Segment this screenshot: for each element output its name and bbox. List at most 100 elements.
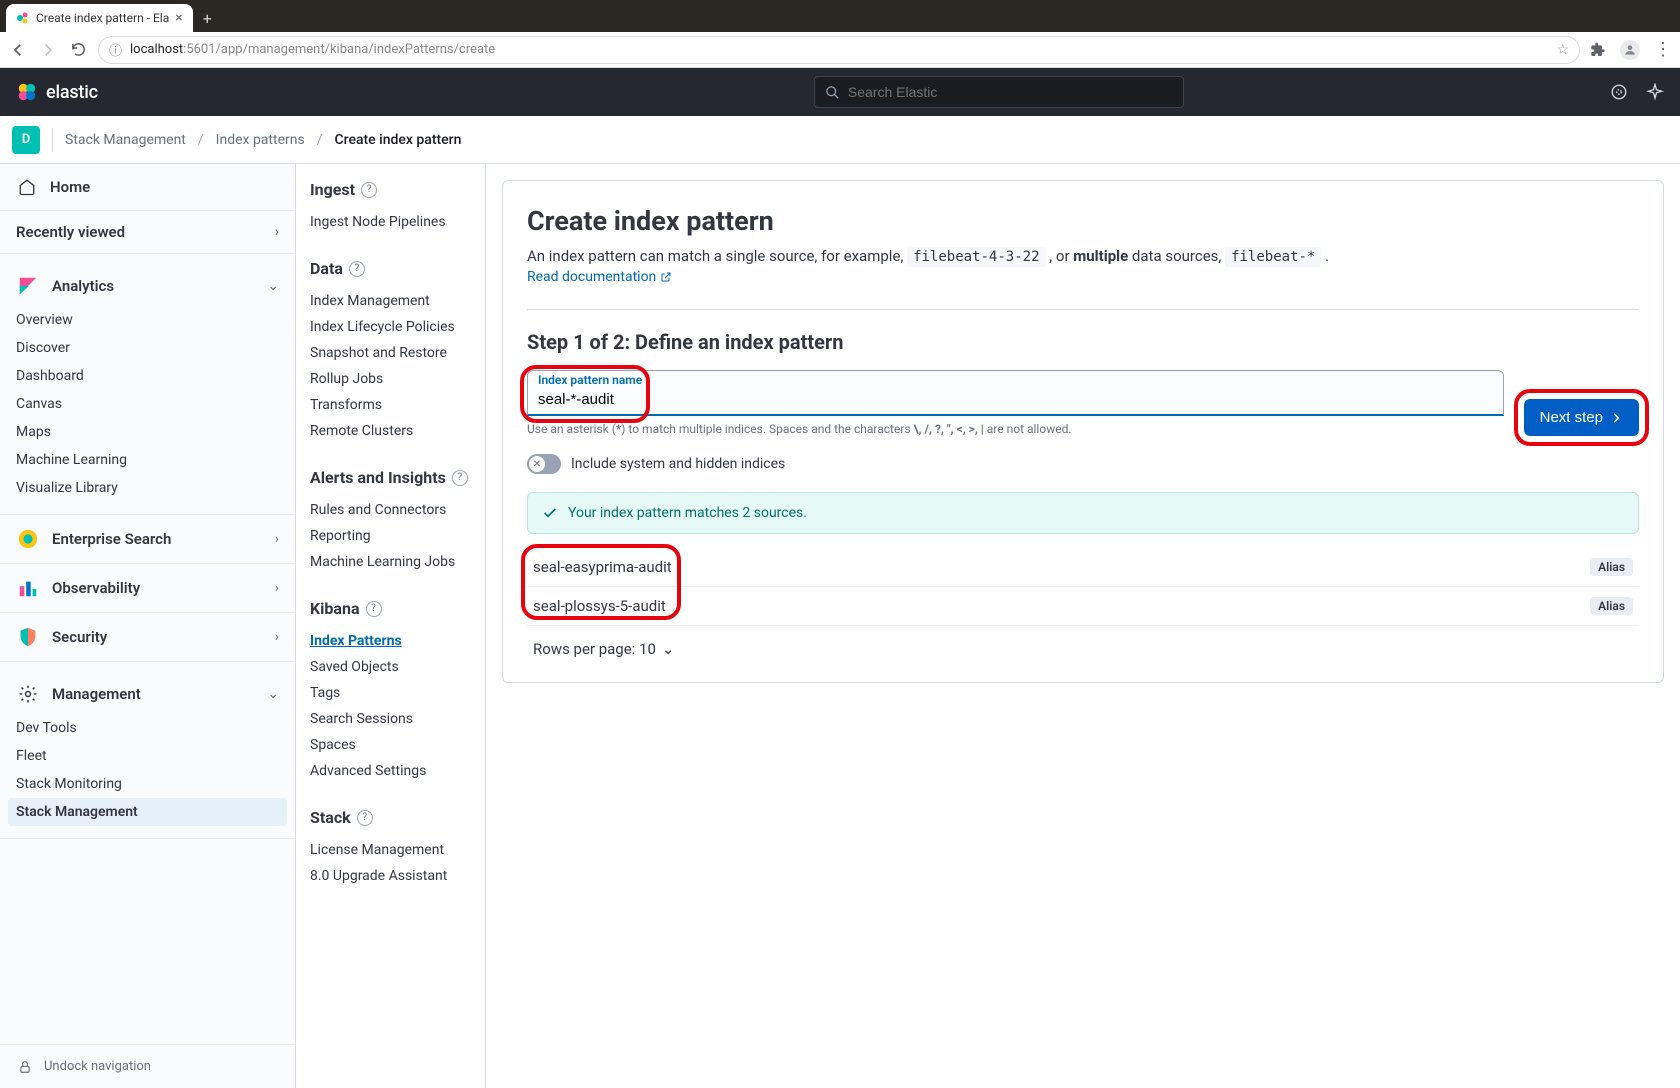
midnav-snapshot[interactable]: Snapshot and Restore [310, 340, 471, 366]
management-nav: Ingest? Ingest Node Pipelines Data? Inde… [296, 164, 486, 1088]
chevron-down-icon: ⌄ [662, 640, 675, 658]
space-selector[interactable]: D [12, 126, 40, 154]
nav-security[interactable]: Security › [16, 617, 279, 657]
crumb-stack-management[interactable]: Stack Management [65, 132, 186, 148]
midnav-license[interactable]: License Management [310, 837, 471, 863]
profile-icon[interactable] [1620, 40, 1640, 60]
field-hint: Use an asterisk (*) to match multiple in… [527, 422, 1504, 436]
match-callout: Your index pattern matches 2 sources. [527, 492, 1639, 534]
nav-canvas[interactable]: Canvas [16, 390, 279, 418]
help-tip-icon[interactable]: ? [349, 261, 365, 277]
brand-text: elastic [46, 82, 98, 103]
site-info-icon[interactable]: ⓘ [109, 40, 122, 59]
back-button[interactable] [8, 40, 28, 60]
help-icon[interactable] [1610, 83, 1628, 101]
midnav-alerts-head: Alerts and Insights? [310, 468, 471, 487]
check-icon [542, 505, 558, 521]
midnav-ingest-pipelines[interactable]: Ingest Node Pipelines [310, 209, 471, 235]
midnav-reporting[interactable]: Reporting [310, 523, 471, 549]
nav-stack-monitoring[interactable]: Stack Monitoring [16, 770, 279, 798]
nav-management-label: Management [52, 685, 141, 703]
midnav-spaces[interactable]: Spaces [310, 732, 471, 758]
global-search-input[interactable] [848, 84, 1173, 100]
url-text: localhost:5601/app/management/kibana/ind… [130, 42, 495, 57]
page-description: An index pattern can match a single sour… [527, 247, 1639, 265]
midnav-saved-objects[interactable]: Saved Objects [310, 654, 471, 680]
address-bar: ⓘ localhost:5601/app/management/kibana/i… [0, 32, 1680, 68]
nav-overview[interactable]: Overview [16, 306, 279, 334]
help-tip-icon[interactable]: ? [357, 810, 373, 826]
alias-badge: Alias [1590, 558, 1633, 576]
chevron-right-icon: › [275, 629, 279, 645]
browser-menu-icon[interactable]: ⋮ [1654, 39, 1672, 60]
undock-nav[interactable]: Undock navigation [0, 1044, 295, 1088]
nav-discover[interactable]: Discover [16, 334, 279, 362]
midnav-index-patterns[interactable]: Index Patterns [310, 628, 471, 654]
forward-button[interactable] [38, 40, 58, 60]
external-link-icon [660, 271, 672, 283]
logo[interactable]: elastic [16, 81, 98, 103]
midnav-remote-clusters[interactable]: Remote Clusters [310, 418, 471, 444]
nav-recently-label: Recently viewed [16, 223, 125, 241]
crumb-current: Create index pattern [335, 132, 462, 148]
match-name: seal-plossys-5-audit [533, 597, 666, 615]
nav-home[interactable]: Home [0, 164, 295, 211]
toggle-label: Include system and hidden indices [571, 456, 785, 472]
chevron-right-icon: › [275, 531, 279, 547]
nav-ml[interactable]: Machine Learning [16, 446, 279, 474]
nav-analytics[interactable]: Analytics ⌄ [16, 266, 279, 306]
browser-tab-bar: Create index pattern - Ela × + [0, 0, 1680, 32]
nav-management[interactable]: Management ⌄ [16, 674, 279, 714]
elastic-logo-icon [16, 81, 38, 103]
midnav-rollup[interactable]: Rollup Jobs [310, 366, 471, 392]
midnav-tags[interactable]: Tags [310, 680, 471, 706]
help-tip-icon[interactable]: ? [452, 470, 468, 486]
midnav-adv-settings[interactable]: Advanced Settings [310, 758, 471, 784]
midnav-ml-jobs[interactable]: Machine Learning Jobs [310, 549, 471, 575]
nav-maps[interactable]: Maps [16, 418, 279, 446]
doc-link[interactable]: Read documentation [527, 269, 672, 285]
crumb-index-patterns[interactable]: Index patterns [216, 132, 305, 148]
chevron-down-icon: ⌄ [267, 278, 279, 294]
midnav-kibana-head: Kibana? [310, 599, 471, 618]
nav-visualize[interactable]: Visualize Library [16, 474, 279, 502]
include-system-toggle[interactable]: ✕ [527, 454, 561, 474]
midnav-ilm[interactable]: Index Lifecycle Policies [310, 314, 471, 340]
midnav-rules[interactable]: Rules and Connectors [310, 497, 471, 523]
index-pattern-field[interactable]: Index pattern name [527, 370, 1504, 416]
nav-enterprise-search[interactable]: Enterprise Search › [16, 519, 279, 559]
nav-enterprise-label: Enterprise Search [52, 530, 171, 548]
nav-dev-tools[interactable]: Dev Tools [16, 714, 279, 742]
help-tip-icon[interactable]: ? [361, 182, 377, 198]
rows-per-page[interactable]: Rows per page: 10 ⌄ [527, 640, 1639, 658]
url-input[interactable]: ⓘ localhost:5601/app/management/kibana/i… [98, 36, 1580, 64]
undock-label: Undock navigation [44, 1059, 151, 1074]
tab-title: Create index pattern - Ela [36, 11, 169, 25]
reload-button[interactable] [68, 40, 88, 60]
field-label: Index pattern name [538, 373, 1493, 387]
global-search[interactable] [814, 76, 1184, 108]
match-list: seal-easyprima-audit Alias seal-plossys-… [527, 548, 1639, 626]
next-step-button[interactable]: Next step [1524, 399, 1639, 436]
midnav-index-mgmt[interactable]: Index Management [310, 288, 471, 314]
tab-close-icon[interactable]: × [175, 10, 182, 26]
nav-fleet[interactable]: Fleet [16, 742, 279, 770]
midnav-search-sessions[interactable]: Search Sessions [310, 706, 471, 732]
rows-per-label: Rows per page: 10 [533, 640, 656, 658]
midnav-upgrade[interactable]: 8.0 Upgrade Assistant [310, 863, 471, 889]
nav-stack-management[interactable]: Stack Management [8, 798, 287, 826]
new-tab-button[interactable]: + [193, 4, 222, 32]
nav-observability[interactable]: Observability › [16, 568, 279, 608]
midnav-transforms[interactable]: Transforms [310, 392, 471, 418]
nav-recently-viewed[interactable]: Recently viewed › [16, 215, 279, 249]
toggle-knob: ✕ [529, 456, 545, 472]
index-pattern-input[interactable] [538, 387, 1493, 414]
browser-tab[interactable]: Create index pattern - Ela × [6, 4, 193, 32]
newsfeed-icon[interactable] [1646, 83, 1664, 101]
chevron-right-icon: › [275, 580, 279, 596]
observability-icon [16, 576, 40, 600]
extensions-icon[interactable] [1590, 42, 1606, 58]
bookmark-icon[interactable]: ☆ [1556, 42, 1569, 58]
nav-dashboard[interactable]: Dashboard [16, 362, 279, 390]
help-tip-icon[interactable]: ? [366, 601, 382, 617]
